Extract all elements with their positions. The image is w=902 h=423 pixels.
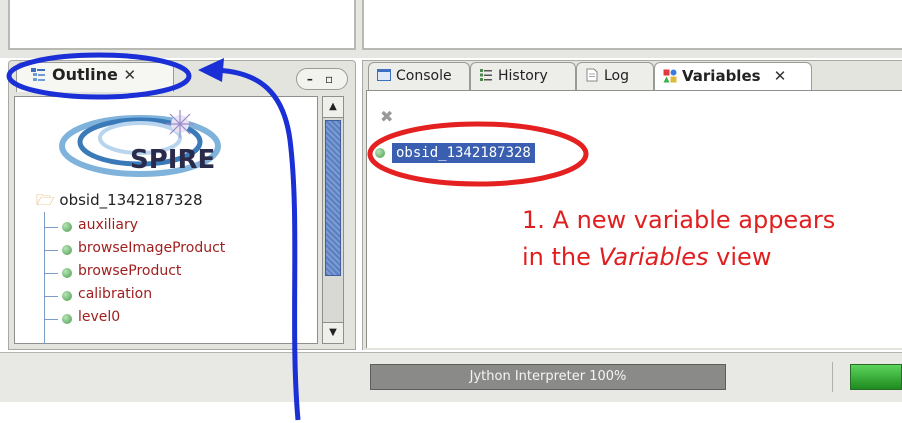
- tree-root[interactable]: 🗁 obsid_1342187328: [36, 190, 203, 215]
- variable-node-icon: [375, 148, 385, 158]
- tab-variables[interactable]: Variables ✕: [654, 62, 812, 91]
- bottom-margin: [0, 402, 902, 423]
- folder-icon: 🗁: [36, 191, 55, 209]
- history-icon: [480, 69, 492, 81]
- tree-connector: [44, 212, 45, 344]
- variable-node-icon: [62, 291, 72, 301]
- tree-root-label: obsid_1342187328: [59, 191, 203, 209]
- spire-logo: SPIRE: [59, 110, 221, 177]
- tab-outline-close-icon[interactable]: ✕: [123, 66, 136, 84]
- top-right-panel: [362, 0, 902, 50]
- variable-item-selected[interactable]: obsid_1342187328: [392, 143, 535, 163]
- interpreter-progress: Jython Interpreter 100%: [370, 364, 726, 390]
- variable-node-icon: [62, 268, 72, 278]
- status-separator: [832, 362, 833, 392]
- variables-icon: [663, 69, 677, 83]
- scroll-thumb[interactable]: [325, 120, 341, 276]
- memory-indicator: [850, 364, 902, 390]
- log-icon: [586, 68, 598, 82]
- variable-node-icon: [62, 222, 72, 232]
- tab-variables-close-icon[interactable]: ✕: [774, 67, 787, 85]
- variable-node-icon: [62, 314, 72, 324]
- variable-node-icon: [62, 245, 72, 255]
- delete-icon[interactable]: ✖: [380, 107, 393, 126]
- minimize-maximize-buttons[interactable]: – ▫: [296, 68, 348, 90]
- spire-logo-text: SPIRE: [130, 145, 215, 175]
- top-left-panel: [8, 0, 356, 50]
- tab-console[interactable]: Console: [368, 62, 470, 91]
- console-icon: [377, 69, 391, 81]
- tab-history[interactable]: History: [470, 62, 576, 91]
- tab-outline-label: Outline ✕: [52, 65, 137, 84]
- tab-log[interactable]: Log: [576, 62, 654, 91]
- outline-icon: [31, 68, 45, 81]
- annotation-text: 1. A new variable appears in the Variabl…: [522, 206, 836, 271]
- scroll-up-button[interactable]: ▲: [322, 96, 344, 118]
- scroll-down-button[interactable]: ▼: [322, 322, 344, 344]
